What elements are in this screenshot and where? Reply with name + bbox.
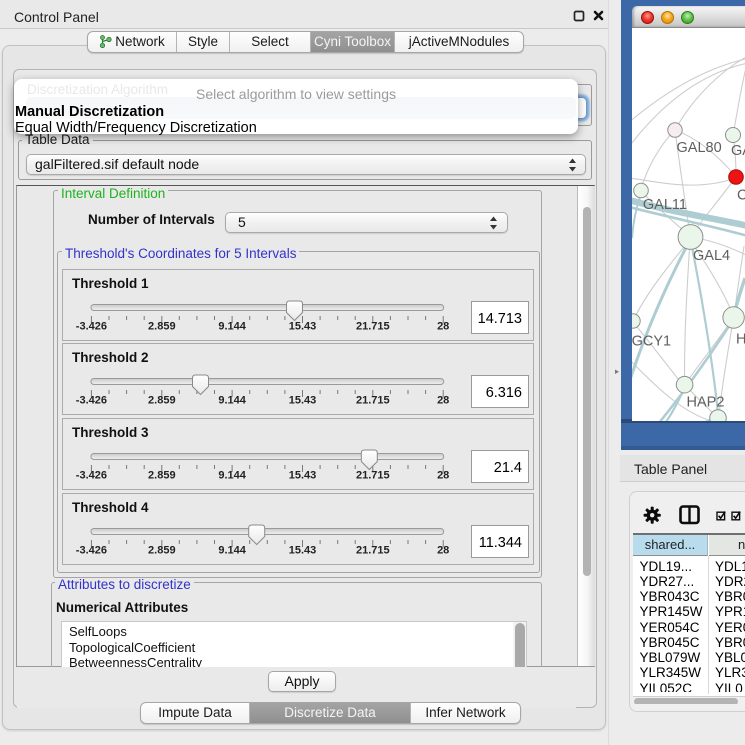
svg-text:2.859: 2.859 — [148, 395, 176, 407]
svg-text:11.344: 11.344 — [479, 535, 522, 551]
svg-text:6.316: 6.316 — [486, 385, 522, 401]
svg-text:15.43: 15.43 — [289, 321, 317, 333]
svg-text:-3.426: -3.426 — [76, 321, 107, 333]
svg-text:2.859: 2.859 — [148, 470, 176, 482]
svg-text:21.715: 21.715 — [356, 470, 390, 482]
svg-text:9.144: 9.144 — [218, 470, 246, 482]
svg-text:9.144: 9.144 — [218, 545, 246, 557]
svg-text:GAL4: GAL4 — [693, 248, 730, 264]
svg-text:-3.426: -3.426 — [76, 545, 107, 557]
svg-text:21.715: 21.715 — [356, 545, 390, 557]
svg-text:GCY1: GCY1 — [632, 334, 671, 350]
svg-text:28: 28 — [437, 470, 449, 482]
svg-text:GA: GA — [731, 143, 745, 159]
svg-text:-3.426: -3.426 — [76, 470, 107, 482]
svg-text:2.859: 2.859 — [148, 545, 176, 557]
svg-text:Threshold 3: Threshold 3 — [72, 425, 149, 440]
svg-text:28: 28 — [437, 395, 449, 407]
svg-text:Threshold 4: Threshold 4 — [72, 500, 149, 515]
svg-text:GAL80: GAL80 — [677, 140, 722, 156]
svg-text:CA: CA — [737, 188, 745, 204]
svg-text:HA: HA — [736, 332, 745, 348]
svg-text:15.43: 15.43 — [289, 470, 317, 482]
svg-text:28: 28 — [437, 321, 449, 333]
svg-text:2.859: 2.859 — [148, 321, 176, 333]
svg-text:21.715: 21.715 — [356, 395, 390, 407]
svg-text:14.713: 14.713 — [478, 311, 522, 327]
svg-text:Threshold 2: Threshold 2 — [72, 350, 149, 365]
svg-text:9.144: 9.144 — [218, 321, 246, 333]
svg-text:Threshold 1: Threshold 1 — [72, 276, 149, 291]
svg-text:HAP2: HAP2 — [687, 395, 725, 411]
svg-text:-3.426: -3.426 — [76, 395, 107, 407]
svg-text:21.715: 21.715 — [356, 321, 390, 333]
svg-text:15.43: 15.43 — [289, 395, 317, 407]
svg-text:GAL11: GAL11 — [643, 197, 687, 213]
svg-text:15.43: 15.43 — [289, 545, 317, 557]
svg-text:9.144: 9.144 — [218, 395, 246, 407]
svg-text:21.4: 21.4 — [494, 460, 522, 476]
svg-text:28: 28 — [437, 545, 449, 557]
